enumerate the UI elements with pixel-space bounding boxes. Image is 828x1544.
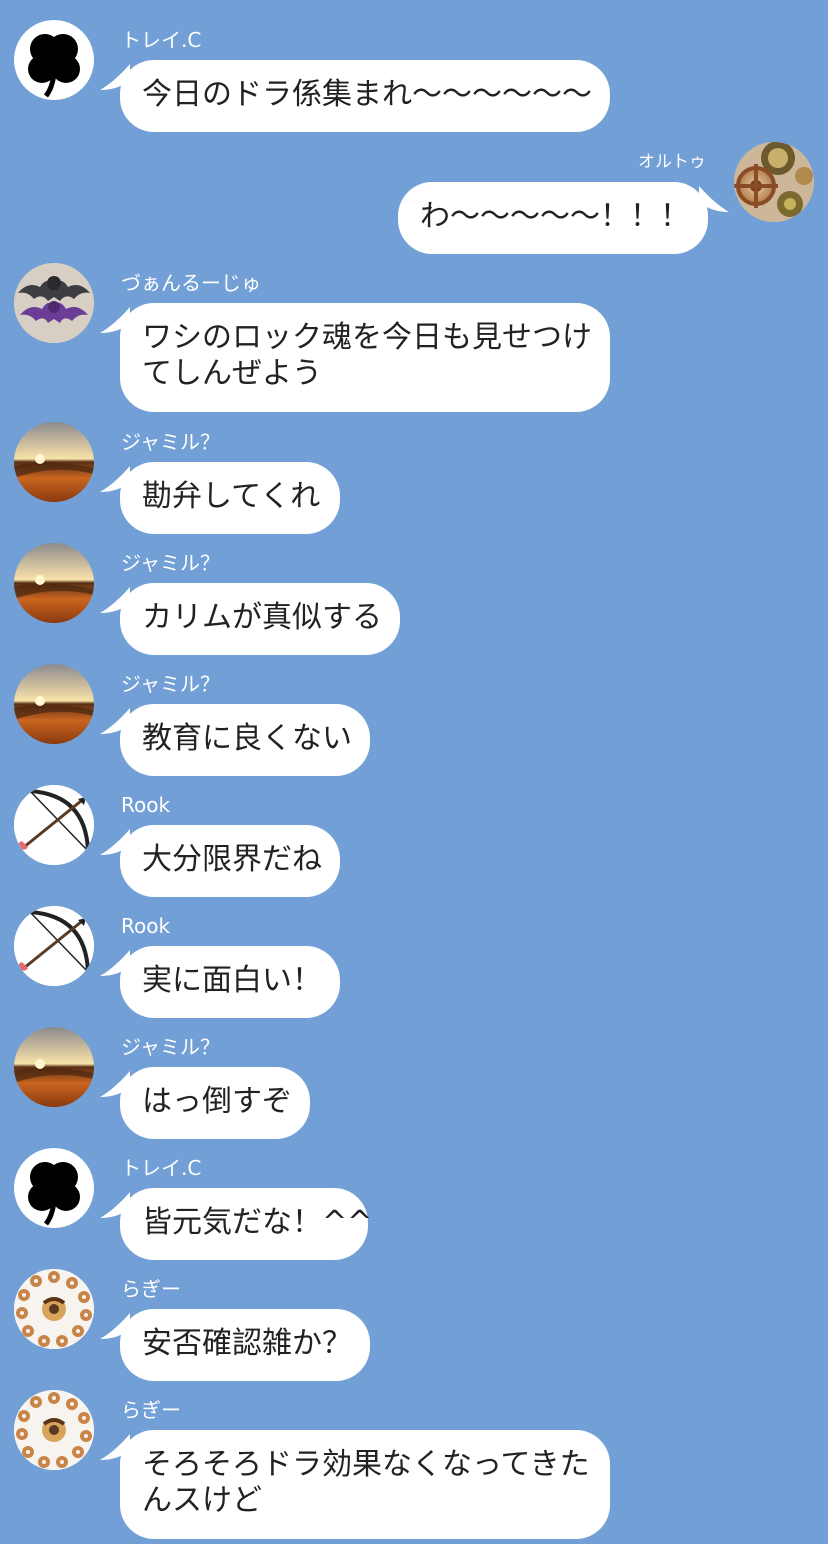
bow-arrow-icon[interactable] bbox=[14, 906, 94, 986]
message-text: 大分限界だね bbox=[142, 842, 322, 877]
clover-icon[interactable] bbox=[14, 20, 94, 100]
sender-name: ジャミル？ bbox=[121, 551, 220, 575]
sender-name: ジャミル？ bbox=[121, 430, 220, 454]
message-bubble[interactable]: 勘弁してくれ bbox=[120, 462, 340, 534]
message-row: トレイ.C 皆元気だな！^^ bbox=[0, 1148, 828, 1260]
sender-name: ジャミル？ bbox=[121, 672, 220, 696]
message-bubble[interactable]: 今日のドラ係集まれ〜〜〜〜〜〜 bbox=[120, 60, 610, 132]
message-bubble[interactable]: そろそろドラ効果なくなってきた んスけど bbox=[120, 1430, 610, 1539]
clover-icon[interactable] bbox=[14, 1148, 94, 1228]
message-row: らぎー そろそろドラ効果なくなってきた んスけど bbox=[0, 1390, 828, 1540]
message-bubble[interactable]: 教育に良くない bbox=[120, 704, 370, 776]
message-row: Rook 大分限界だね bbox=[0, 785, 828, 897]
sender-name: Rook bbox=[121, 914, 171, 938]
message-bubble[interactable]: 実に面白い！ bbox=[120, 946, 340, 1018]
message-row: ジャミル？ 教育に良くない bbox=[0, 664, 828, 776]
message-row: づぁんるーじゅ ワシのロック魂を今日も見せつけ てしんぜよう bbox=[0, 263, 828, 413]
message-bubble[interactable]: カリムが真似する bbox=[120, 583, 400, 655]
bow-arrow-icon[interactable] bbox=[14, 785, 94, 865]
message-bubble[interactable]: 皆元気だな！^^ bbox=[120, 1188, 373, 1260]
message-row: らぎー 安否確認雑か？ bbox=[0, 1269, 828, 1381]
message-bubble[interactable]: 安否確認雑か？ bbox=[120, 1309, 370, 1381]
message-text: カリムが真似する bbox=[142, 600, 382, 635]
sender-name: トレイ.C bbox=[121, 1156, 202, 1180]
message-text: わ〜〜〜〜〜！！！ bbox=[420, 199, 690, 234]
message-text: はっ倒すぞ bbox=[142, 1084, 292, 1119]
sender-name: オルトゥ bbox=[638, 152, 706, 172]
sender-name: トレイ.C bbox=[121, 28, 202, 52]
message-text: 今日のドラ係集まれ〜〜〜〜〜〜 bbox=[142, 77, 592, 112]
message-text: 勘弁してくれ bbox=[142, 479, 321, 514]
gears-icon[interactable] bbox=[734, 142, 814, 222]
desert-icon[interactable] bbox=[14, 422, 94, 502]
sender-name: ジャミル？ bbox=[121, 1035, 220, 1059]
chat-message-list[interactable]: トレイ.C 今日のドラ係集まれ〜〜〜〜〜〜 オルトゥ わ〜〜〜〜〜！！！ づぁん… bbox=[0, 0, 828, 1544]
donuts-icon[interactable] bbox=[14, 1269, 94, 1349]
message-row-outgoing: オルトゥ わ〜〜〜〜〜！！！ bbox=[0, 142, 828, 254]
message-text-line: ワシのロック魂を今日も見せつけ bbox=[142, 320, 592, 355]
sender-name: づぁんるーじゅ bbox=[121, 271, 261, 295]
message-text: 安否確認雑か？ bbox=[142, 1326, 352, 1361]
message-row: トレイ.C 今日のドラ係集まれ〜〜〜〜〜〜 bbox=[0, 20, 828, 132]
sender-name: らぎー bbox=[121, 1277, 181, 1301]
message-text-line: んスけど bbox=[142, 1483, 262, 1518]
message-bubble[interactable]: ワシのロック魂を今日も見せつけ てしんぜよう bbox=[120, 303, 610, 412]
bat-icon[interactable] bbox=[14, 263, 94, 343]
message-text: 皆元気だな！^^ bbox=[142, 1205, 373, 1240]
message-text: 教育に良くない bbox=[142, 721, 352, 756]
sender-name: Rook bbox=[121, 793, 171, 817]
desert-icon[interactable] bbox=[14, 664, 94, 744]
donuts-icon[interactable] bbox=[14, 1390, 94, 1470]
message-text-line: てしんぜよう bbox=[142, 356, 322, 391]
message-row: ジャミル？ はっ倒すぞ bbox=[0, 1027, 828, 1139]
message-text-line: そろそろドラ効果なくなってきた bbox=[142, 1447, 590, 1482]
message-text: 実に面白い！ bbox=[142, 963, 322, 998]
message-row: Rook 実に面白い！ bbox=[0, 906, 828, 1018]
message-bubble[interactable]: わ〜〜〜〜〜！！！ bbox=[398, 182, 708, 254]
sender-name: らぎー bbox=[121, 1398, 181, 1422]
desert-icon[interactable] bbox=[14, 1027, 94, 1107]
message-row: ジャミル？ カリムが真似する bbox=[0, 543, 828, 655]
message-bubble[interactable]: はっ倒すぞ bbox=[120, 1067, 310, 1139]
message-row: ジャミル？ 勘弁してくれ bbox=[0, 422, 828, 534]
desert-icon[interactable] bbox=[14, 543, 94, 623]
message-bubble[interactable]: 大分限界だね bbox=[120, 825, 340, 897]
